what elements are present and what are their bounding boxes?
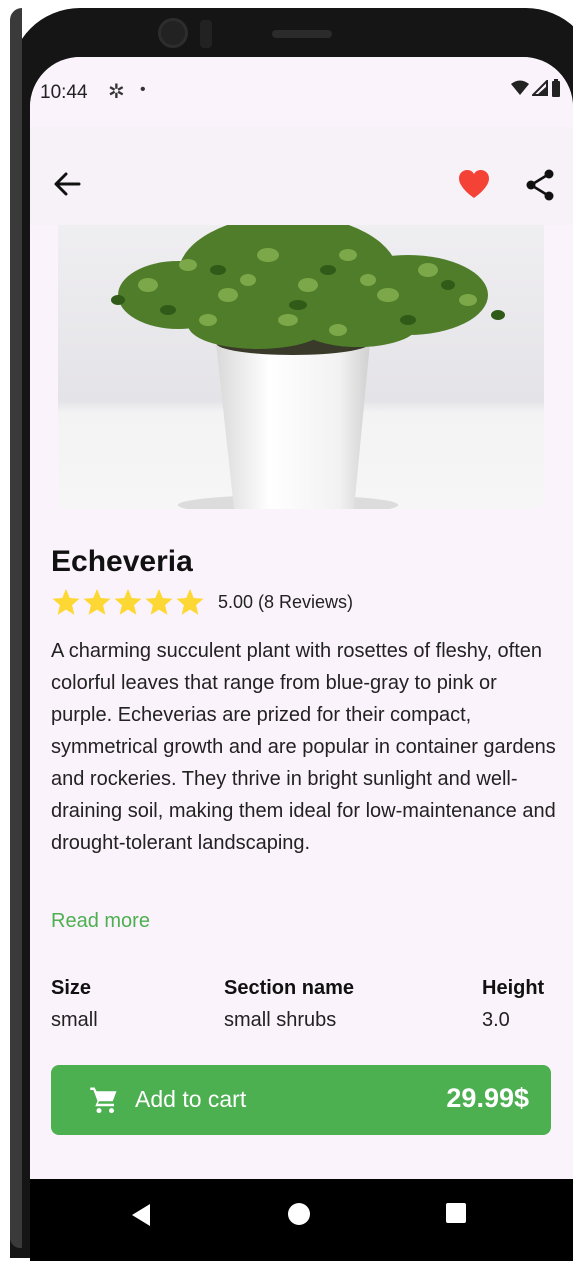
star-icon <box>52 588 80 615</box>
wifi-icon <box>511 80 529 95</box>
heart-icon[interactable] <box>458 169 490 199</box>
spec-size: Size small <box>51 972 98 1036</box>
spec-value: small shrubs <box>224 1009 337 1031</box>
nav-back-icon[interactable] <box>130 1203 152 1227</box>
product-description: A charming succulent plant with rosettes… <box>51 640 556 854</box>
rating-row: 5.00 (8 Reviews) <box>51 587 353 617</box>
status-time: 10:44 <box>40 82 88 103</box>
earpiece-speaker <box>272 30 332 38</box>
star-icon <box>145 588 173 615</box>
add-to-cart-label: Add to cart <box>135 1086 247 1112</box>
spec-label: Section name <box>224 977 355 999</box>
spec-section-name: Section name small shrubs <box>224 972 354 1036</box>
star-icon <box>83 588 111 615</box>
nav-recents-icon[interactable] <box>446 1203 466 1223</box>
read-more-link[interactable]: Read more <box>51 910 150 933</box>
gear-icon: ✲ <box>108 81 125 103</box>
arrow-left-icon[interactable] <box>52 169 82 199</box>
status-icons <box>511 79 561 97</box>
add-to-cart-button[interactable]: Add to cart 29.99$ <box>51 1065 551 1135</box>
phone-side-edge <box>10 8 22 1248</box>
spec-height: Height 3.0 <box>482 972 544 1036</box>
plant-illustration <box>58 225 544 509</box>
nav-home-icon[interactable] <box>288 1203 310 1225</box>
notification-dot: • <box>140 81 146 98</box>
screen: 10:44 ✲ • Echeveria 5.00 (8 Reviews) A c… <box>30 57 573 1261</box>
spec-value: 3.0 <box>482 1009 510 1031</box>
proximity-sensor <box>200 20 212 48</box>
system-nav-bar <box>30 1179 573 1261</box>
battery-icon <box>552 79 560 97</box>
star-icon <box>114 588 142 615</box>
rating-text: 5.00 (8 Reviews) <box>218 591 354 612</box>
product-title: Echeveria <box>51 545 193 578</box>
status-bar: 10:44 ✲ • <box>30 57 573 127</box>
price: 29.99$ <box>446 1083 529 1113</box>
spec-label: Size <box>51 977 92 999</box>
cart-icon <box>90 1087 117 1114</box>
share-icon[interactable] <box>525 169 555 201</box>
app-bar <box>30 127 573 225</box>
product-image <box>58 225 544 509</box>
spec-label: Height <box>482 977 545 999</box>
spec-value: small <box>51 1009 98 1031</box>
star-icon <box>176 588 204 615</box>
front-camera <box>158 18 188 48</box>
signal-icon <box>532 80 548 96</box>
